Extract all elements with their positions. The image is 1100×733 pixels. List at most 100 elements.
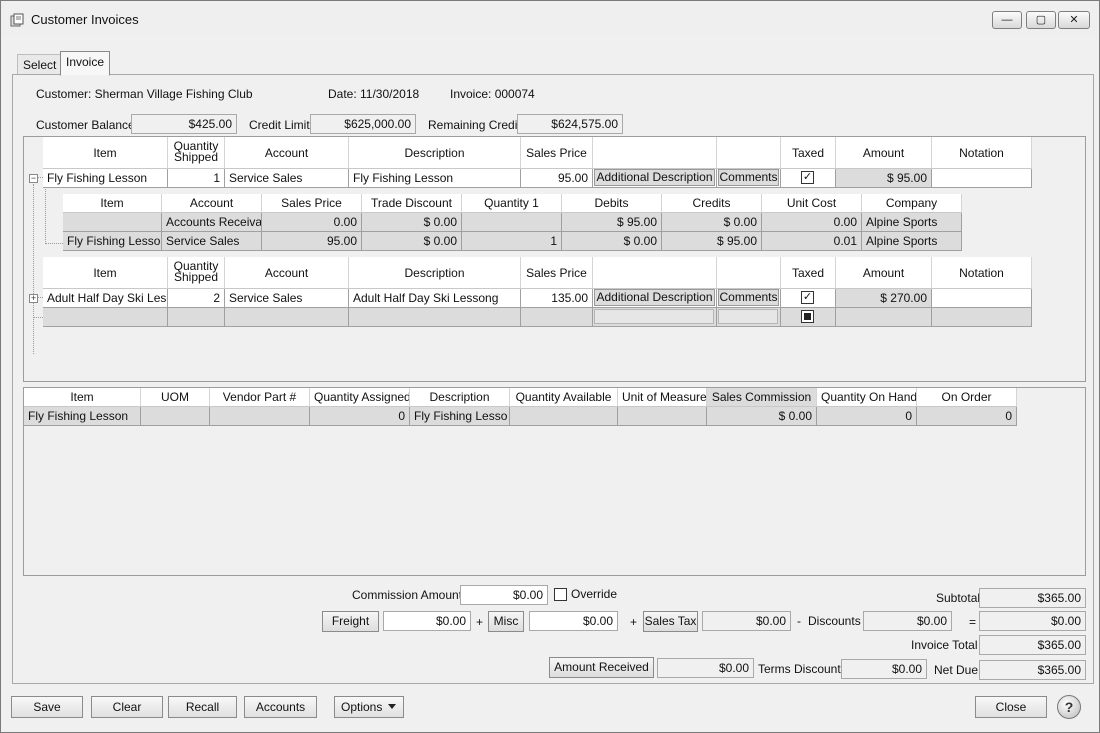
- col-header-sales-price: Sales Price: [521, 137, 593, 169]
- col-header-item: Item: [43, 257, 168, 289]
- gl-cell: 0.00: [762, 213, 862, 232]
- line-item-cell[interactable]: Fly Fishing Lesson: [43, 169, 168, 188]
- accounts-button[interactable]: Accounts: [244, 696, 317, 718]
- collapse-icon[interactable]: −: [29, 174, 38, 183]
- line-sales-price-cell[interactable]: 95.00: [521, 169, 593, 188]
- comments-button[interactable]: Comments: [718, 169, 779, 186]
- line-sales-price-cell[interactable]: 135.00: [521, 289, 593, 308]
- additional-description-button[interactable]: Additional Description: [594, 289, 715, 306]
- comments-button[interactable]: Comments: [718, 289, 779, 306]
- col-header-taxed: Taxed: [781, 137, 836, 169]
- col-header-quantity-shipped: Quantity Shipped: [168, 137, 225, 169]
- new-row-cell[interactable]: [521, 308, 593, 327]
- gl-cell: 0.00: [262, 213, 362, 232]
- line-description-cell[interactable]: Fly Fishing Lesson: [349, 169, 521, 188]
- freight-field[interactable]: $0.00: [383, 611, 471, 631]
- disabled-button: [594, 309, 714, 324]
- lower-cell[interactable]: 0: [310, 407, 410, 426]
- gl-col-header-account: Account: [162, 194, 262, 213]
- freight-button[interactable]: Freight: [322, 611, 379, 632]
- date-label: Date: 11/30/2018: [328, 87, 420, 101]
- options-dropdown-button[interactable]: Options: [334, 696, 404, 718]
- customer-label: Customer: Sherman Village Fishing Club: [36, 87, 253, 101]
- commission-amount-field[interactable]: $0.00: [460, 585, 548, 605]
- gl-cell: [63, 213, 162, 232]
- new-row-cell[interactable]: [225, 308, 349, 327]
- gl-cell: $ 95.00: [562, 213, 662, 232]
- credit-limit-label: Credit Limit: [249, 118, 310, 132]
- new-row-cell[interactable]: [168, 308, 225, 327]
- gl-cell: $ 0.00: [562, 232, 662, 251]
- lower-cell[interactable]: 0: [917, 407, 1017, 426]
- lower-cell[interactable]: Fly Fishing Lesson: [24, 407, 141, 426]
- additional-description-button[interactable]: Additional Description: [594, 169, 715, 186]
- new-row-cell[interactable]: [349, 308, 521, 327]
- remaining-credit-field: $624,575.00: [517, 114, 623, 134]
- line-add-desc-cell: Additional Description: [593, 289, 717, 308]
- tab-invoice[interactable]: Invoice: [60, 51, 111, 76]
- lower-cell[interactable]: [618, 407, 707, 426]
- taxed-checkbox[interactable]: ✓: [801, 171, 814, 184]
- sales-tax-button[interactable]: Sales Tax: [643, 611, 698, 632]
- save-button[interactable]: Save: [11, 696, 83, 718]
- tree-line: [33, 317, 43, 318]
- maximize-button[interactable]: ▢: [1026, 11, 1056, 29]
- gl-cell: Alpine Sports: [862, 213, 962, 232]
- line-notation-cell[interactable]: [932, 289, 1032, 308]
- tab-select[interactable]: Select: [17, 54, 63, 76]
- lower-cell[interactable]: Fly Fishing Lesso: [410, 407, 510, 426]
- close-window-button[interactable]: ✕: [1058, 11, 1090, 29]
- gl-cell: $ 95.00: [662, 232, 762, 251]
- override-checkbox[interactable]: [554, 588, 567, 601]
- chevron-down-icon: [388, 704, 396, 709]
- line-description-cell[interactable]: Adult Half Day Ski Lessong: [349, 289, 521, 308]
- recall-button[interactable]: Recall: [168, 696, 237, 718]
- line-account-cell[interactable]: Service Sales: [225, 169, 349, 188]
- line-comments-cell: Comments: [717, 289, 781, 308]
- col-header-item: Item: [43, 137, 168, 169]
- line-notation-cell[interactable]: [932, 169, 1032, 188]
- new-row-cell[interactable]: [932, 308, 1032, 327]
- gl-cell: Accounts Receiva: [162, 213, 262, 232]
- tree-line: [33, 184, 34, 354]
- gl-col-header-quantity: Quantity 1: [462, 194, 562, 213]
- lower-col-header-item: Item: [24, 388, 141, 407]
- gl-cell: Service Sales: [162, 232, 262, 251]
- line-qty-cell[interactable]: 2: [168, 289, 225, 308]
- minus-sign: -: [797, 614, 801, 628]
- new-row-cell[interactable]: [43, 308, 168, 327]
- remaining-credit-label: Remaining Credit: [428, 118, 521, 132]
- customer-balance-label: Customer Balance: [36, 118, 135, 132]
- lower-cell[interactable]: $ 0.00: [707, 407, 817, 426]
- lower-col-header-quantity-available: Quantity Available: [510, 388, 618, 407]
- line-item-cell[interactable]: Adult Half Day Ski Les: [43, 289, 168, 308]
- new-row-cell: [593, 308, 717, 327]
- plus-sign: +: [476, 615, 484, 629]
- misc-button[interactable]: Misc: [488, 611, 524, 632]
- subtotal-label: Subtotal: [936, 591, 981, 605]
- lower-cell[interactable]: 0: [817, 407, 917, 426]
- expand-icon[interactable]: +: [29, 294, 38, 303]
- indeterminate-checkbox[interactable]: [801, 310, 814, 323]
- minimize-button[interactable]: —: [992, 11, 1022, 29]
- col-header-blank: [717, 137, 781, 169]
- lower-cell[interactable]: [210, 407, 310, 426]
- lower-cell[interactable]: [141, 407, 210, 426]
- clear-button[interactable]: Clear: [91, 696, 163, 718]
- taxed-checkbox[interactable]: ✓: [801, 291, 814, 304]
- line-qty-cell[interactable]: 1: [168, 169, 225, 188]
- gl-col-header-trade-discount: Trade Discount: [362, 194, 462, 213]
- help-icon[interactable]: ?: [1057, 695, 1081, 719]
- lower-cell[interactable]: [510, 407, 618, 426]
- line-account-cell[interactable]: Service Sales: [225, 289, 349, 308]
- col-header-taxed: Taxed: [781, 257, 836, 289]
- amount-received-button[interactable]: Amount Received: [549, 657, 654, 678]
- commission-grid: Item UOM Vendor Part # Quantity Assigned…: [23, 387, 1086, 576]
- misc-field[interactable]: $0.00: [529, 611, 618, 631]
- col-header-blank: [593, 137, 717, 169]
- sales-tax-field: $0.00: [702, 611, 791, 631]
- close-button[interactable]: Close: [975, 696, 1047, 718]
- col-header-description: Description: [349, 137, 521, 169]
- discounts-field: $0.00: [863, 611, 952, 631]
- disabled-button: [718, 309, 778, 324]
